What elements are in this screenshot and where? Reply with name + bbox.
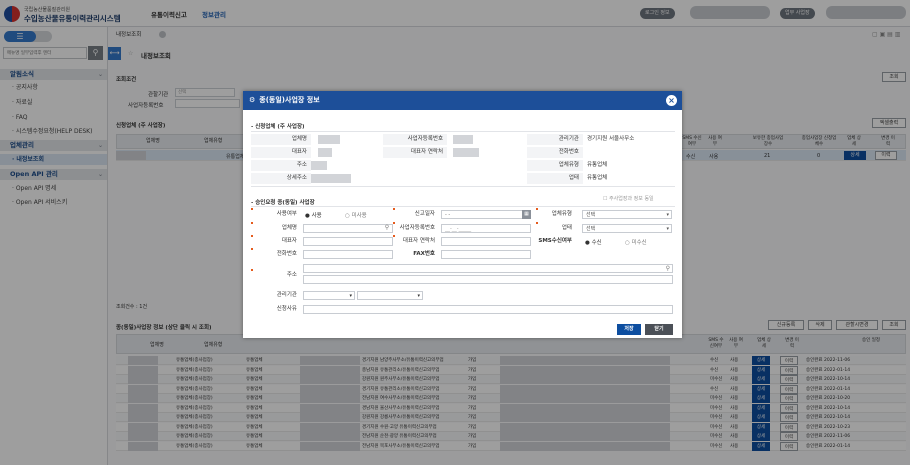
s1-industry-value: 유통업체	[587, 175, 608, 181]
divider	[251, 131, 675, 132]
s1-detail-addr-value	[311, 174, 351, 183]
sms-yes-label: 수신	[591, 240, 602, 246]
rep-input[interactable]	[303, 237, 393, 246]
s2-industry-label: 업태	[561, 225, 572, 231]
s2-addr-label: 주소	[286, 272, 297, 278]
s2-fax-label: FAX번호	[413, 251, 435, 257]
copy-main-checkbox[interactable]: ☐ 주사업장과 정보 동일	[603, 195, 654, 202]
dropdown-arrow-icon: ▾	[666, 226, 669, 232]
s1-bizno-value	[453, 135, 473, 144]
use-yes-label: 사용	[311, 213, 322, 219]
close-button[interactable]: 닫기	[645, 324, 673, 335]
calendar-icon[interactable]: ▦	[522, 210, 531, 219]
modal-header: ⚙ 종(동일)사업장 정보	[243, 91, 682, 110]
s2-biztype-label: 업체유형	[551, 211, 572, 217]
s1-rep-label: 대표자	[251, 147, 311, 158]
use-no-label: 미사용	[351, 213, 367, 219]
agency-select-2[interactable]: ▾	[357, 291, 423, 300]
s1-company-value	[318, 135, 340, 144]
search-icon[interactable]: ⚲	[382, 224, 392, 233]
dropdown-arrow-icon: ▾	[666, 212, 669, 218]
modal-settings-icon: ⚙	[249, 96, 256, 104]
s2-use-label: 사용여부	[276, 211, 297, 217]
biztype-select-value: 선택	[586, 212, 596, 218]
s1-addr-label: 주소	[251, 160, 311, 171]
bizno-input[interactable]: __-__-_____	[441, 224, 531, 233]
modal-section1-title: - 신청업체 (주 사업장)	[251, 124, 305, 130]
address-input[interactable]	[303, 275, 673, 284]
reason-input[interactable]	[303, 305, 673, 314]
modal-title: 종(동일)사업장 정보	[259, 96, 320, 104]
s1-biztype-label: 업체유형	[527, 160, 583, 171]
dropdown-arrow-icon: ▾	[417, 293, 420, 299]
phone-input[interactable]	[303, 250, 393, 259]
s1-industry-label: 업태	[527, 173, 583, 184]
s2-reason-label: 신청사유	[276, 306, 297, 312]
fax-input[interactable]	[441, 250, 531, 259]
s1-detail-addr-label: 상세주소	[251, 173, 311, 184]
search-icon[interactable]: ⚲	[666, 265, 670, 273]
s1-rep-phone-value	[453, 148, 479, 157]
s1-biztype-value: 유통업체	[587, 162, 608, 168]
s1-rep-phone-label: 대표자 연락처	[383, 147, 447, 158]
dropdown-arrow-icon: ▾	[349, 293, 352, 299]
divider	[251, 186, 675, 187]
s1-phone-label: 전화번호	[527, 147, 583, 158]
biztype-select[interactable]: 선택 ▾	[582, 210, 672, 219]
rep-phone-input[interactable]	[441, 237, 531, 246]
modal-section1-label: 신청업체 (주 사업장)	[255, 124, 305, 130]
s2-rep-phone-label: 대표자 연락처	[402, 238, 435, 244]
s1-addr-value	[311, 161, 327, 170]
save-button[interactable]: 저장	[617, 324, 641, 335]
s2-sms-label: SMS수신여부	[538, 238, 572, 244]
agency-select-1[interactable]: ▾	[303, 291, 355, 300]
s1-company-label: 업체명	[251, 134, 311, 145]
s2-phone-label: 전화번호	[276, 251, 297, 257]
s1-bizno-label: 사업자등록번호	[383, 134, 447, 145]
s1-rep-value	[318, 148, 332, 157]
modal-section2-title: - 승인요청 종(동일) 사업장	[251, 200, 315, 206]
s2-bizno-label: 사업자등록번호	[399, 225, 435, 231]
s2-rep-label: 대표자	[281, 238, 297, 244]
divider	[251, 206, 675, 207]
company-name-input[interactable]	[303, 224, 393, 233]
industry-select[interactable]: 선택 ▾	[582, 224, 672, 233]
s2-agency-label: 관리기관	[276, 292, 297, 298]
report-date-input[interactable]: - -	[441, 210, 531, 219]
sms-radio-no[interactable]: ○ 미수신	[625, 238, 647, 246]
sms-radio-yes[interactable]: ● 수신	[585, 238, 602, 246]
s1-agency-label: 관리기관	[527, 134, 583, 145]
s1-agency-value: 경기지원 서울사무소	[587, 136, 635, 142]
industry-select-value: 선택	[586, 226, 596, 232]
use-radio-yes[interactable]: ● 사용	[305, 211, 322, 219]
business-place-modal: ⚙ 종(동일)사업장 정보 × - 신청업체 (주 사업장) 업체명 사업자등록번…	[243, 91, 682, 338]
sms-no-label: 미수신	[631, 240, 647, 246]
s2-report-date-label: 신고일자	[414, 211, 435, 217]
close-icon[interactable]: ×	[666, 95, 677, 106]
use-radio-no[interactable]: ○ 미사용	[345, 211, 367, 219]
s2-company-label: 업체명	[281, 225, 297, 231]
zipcode-input[interactable]: ⚲	[303, 264, 673, 273]
copy-main-label: 주사업장과 정보 동일	[609, 196, 654, 202]
